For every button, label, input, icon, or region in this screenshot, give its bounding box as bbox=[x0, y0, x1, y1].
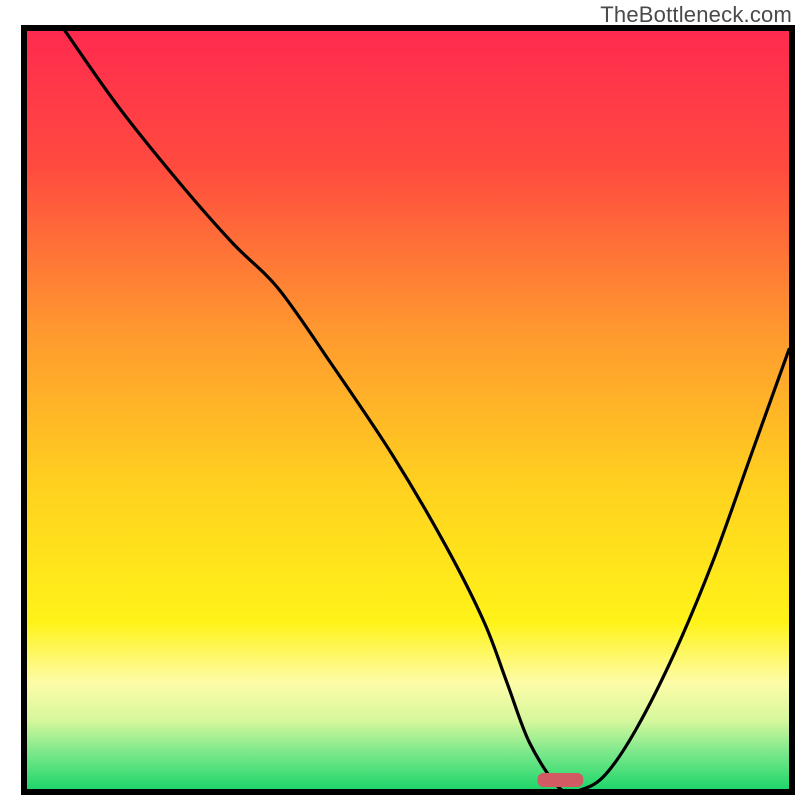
bottleneck-chart bbox=[0, 0, 800, 800]
watermark-text: TheBottleneck.com bbox=[600, 2, 792, 28]
gradient-background bbox=[27, 31, 789, 789]
plot-area bbox=[27, 31, 789, 793]
chart-root: TheBottleneck.com bbox=[0, 0, 800, 800]
optimal-marker bbox=[538, 773, 584, 787]
